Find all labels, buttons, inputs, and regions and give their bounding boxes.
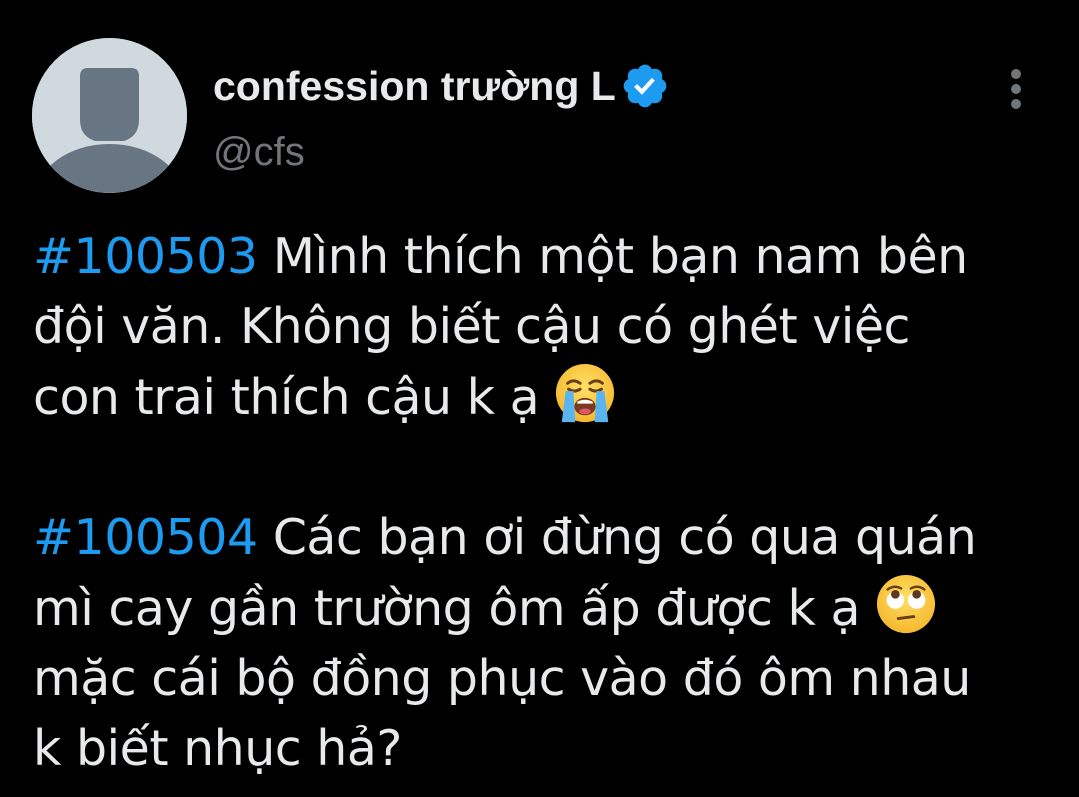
tweet-line: mì cay gần trường ôm ấp được k ạ (33, 580, 860, 637)
tweet-line: Mình thích một bạn nam bên (272, 228, 969, 285)
more-options-button[interactable] (996, 62, 1036, 116)
more-vertical-icon (1011, 69, 1021, 109)
tweet-text: #100503 Mình thích một bạn nam bên đội vă… (33, 222, 1073, 784)
user-name-row[interactable]: confession trường L (213, 56, 670, 116)
tweet-line: mặc cái bộ đồng phục vào đó ôm nhau (33, 650, 971, 707)
tweet-line: con trai thích cậu k ạ (33, 369, 540, 426)
display-name[interactable]: confession trường L (213, 63, 616, 110)
avatar[interactable] (32, 38, 187, 193)
tweet-line: k biết nhục hả? (33, 720, 402, 777)
loudly-crying-face-icon (554, 362, 616, 424)
tweet-line: Các bạn ơi đừng có qua quán (272, 509, 977, 566)
tweet-paragraph: #100504 Các bạn ơi đừng có qua quán mì ca… (33, 503, 1073, 784)
user-handle[interactable]: @cfs (213, 130, 305, 175)
hashtag-link[interactable]: #100504 (33, 509, 258, 566)
tweet-paragraph: #100503 Mình thích một bạn nam bên đội vă… (33, 222, 1073, 433)
default-avatar-icon (32, 38, 187, 193)
face-with-rolling-eyes-icon (875, 573, 937, 635)
verified-badge-icon[interactable] (620, 61, 670, 111)
tweet-line: đội văn. Không biết cậu có ghét việc (33, 298, 910, 355)
hashtag-link[interactable]: #100503 (33, 228, 258, 285)
